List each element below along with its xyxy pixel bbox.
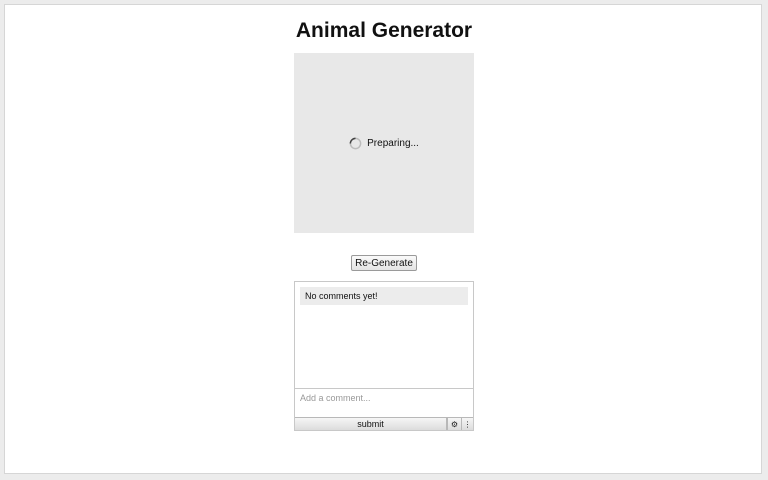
no-comments-message: No comments yet! [300,287,468,305]
submit-comment-button[interactable]: submit [295,418,447,430]
gear-icon[interactable]: ⚙ [447,418,461,430]
comment-input[interactable] [295,388,473,417]
more-icon[interactable]: ⋮ [461,418,473,430]
app-window: Animal Generator Preparing... Re-Generat… [4,4,762,474]
loading-indicator: Preparing... [349,137,419,150]
loading-spinner-icon [349,137,362,149]
comment-action-bar: submit ⚙ ⋮ [295,417,473,430]
comments-list[interactable]: No comments yet! [295,282,473,388]
regenerate-button[interactable]: Re-Generate [351,255,417,271]
page-title: Animal Generator [295,19,473,42]
comments-panel: No comments yet! submit ⚙ ⋮ [294,281,474,431]
loading-status-text: Preparing... [367,137,419,149]
animal-image-area: Preparing... [294,53,474,233]
